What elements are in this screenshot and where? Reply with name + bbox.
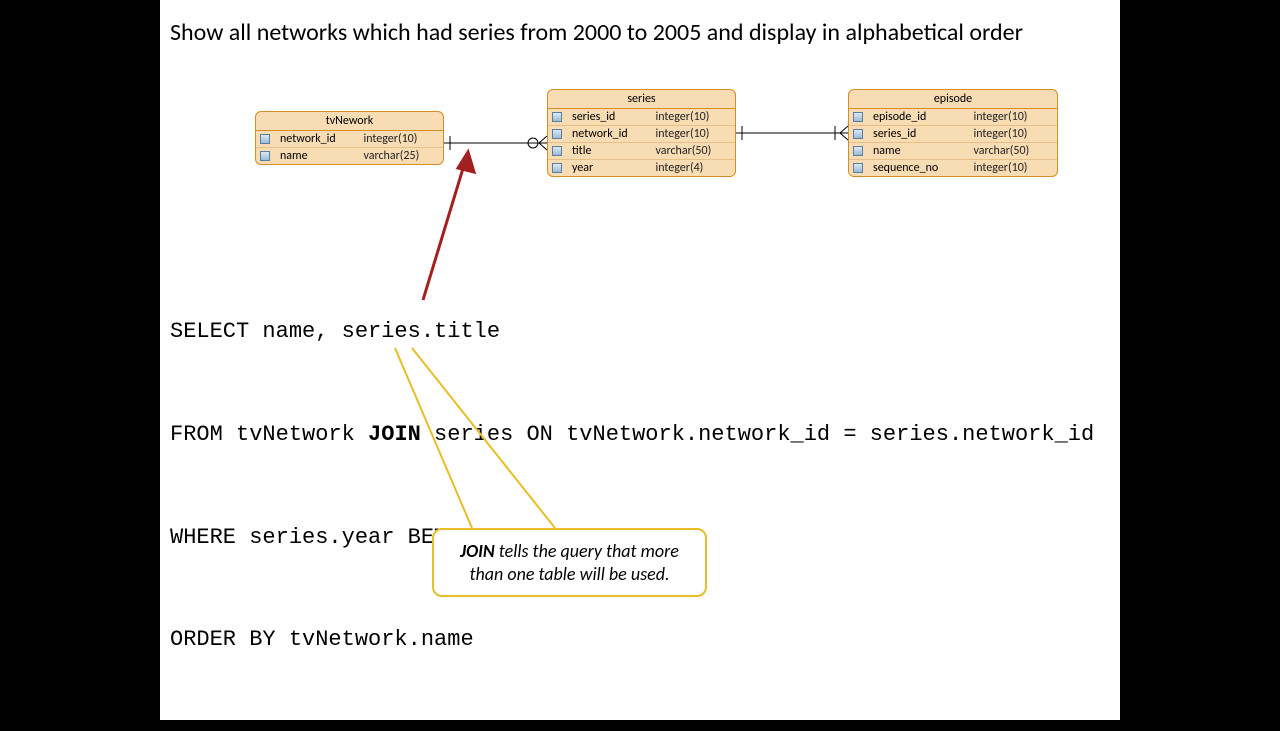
column-icon — [552, 129, 562, 139]
column-icon — [552, 146, 562, 156]
er-table-series: series series_idinteger(10) network_idin… — [547, 89, 736, 177]
sql-code: SELECT name, series.title FROM tvNetwork… — [170, 272, 1094, 731]
er-table-episode: episode episode_idinteger(10) series_idi… — [848, 89, 1058, 177]
column-icon — [853, 129, 863, 139]
callout-text: tells the query that more than one table… — [469, 540, 678, 585]
table-row: episode_idinteger(10) — [849, 109, 1057, 126]
table-row: series_idinteger(10) — [548, 109, 735, 126]
column-icon — [552, 112, 562, 122]
table-row: network_idinteger(10) — [548, 126, 735, 143]
table-row: namevarchar(50) — [849, 143, 1057, 160]
callout-keyword: JOIN — [460, 540, 495, 562]
er-header: series — [548, 90, 735, 109]
table-row: network_idinteger(10) — [256, 131, 443, 148]
column-icon — [260, 151, 270, 161]
column-icon — [260, 134, 270, 144]
er-header: episode — [849, 90, 1057, 109]
page-title: Show all networks which had series from … — [170, 18, 1023, 47]
slide: Show all networks which had series from … — [160, 0, 1120, 720]
sql-line-from: FROM tvNetwork JOIN series ON tvNetwork.… — [170, 423, 1094, 447]
table-row: yearinteger(4) — [548, 160, 735, 177]
er-header: tvNework — [256, 112, 443, 131]
column-icon — [853, 163, 863, 173]
column-icon — [853, 112, 863, 122]
table-row: namevarchar(25) — [256, 148, 443, 165]
table-row: sequence_nointeger(10) — [849, 160, 1057, 177]
sql-line-select: SELECT name, series.title — [170, 320, 1094, 344]
join-keyword: JOIN — [368, 422, 421, 447]
column-icon — [552, 163, 562, 173]
sql-line-orderby: ORDER BY tvNetwork.name — [170, 628, 1094, 652]
table-row: series_idinteger(10) — [849, 126, 1057, 143]
table-row: titlevarchar(50) — [548, 143, 735, 160]
er-table-tvnetwork: tvNework network_idinteger(10) namevarch… — [255, 111, 444, 165]
column-icon — [853, 146, 863, 156]
join-callout: JOIN tells the query that more than one … — [432, 528, 707, 597]
